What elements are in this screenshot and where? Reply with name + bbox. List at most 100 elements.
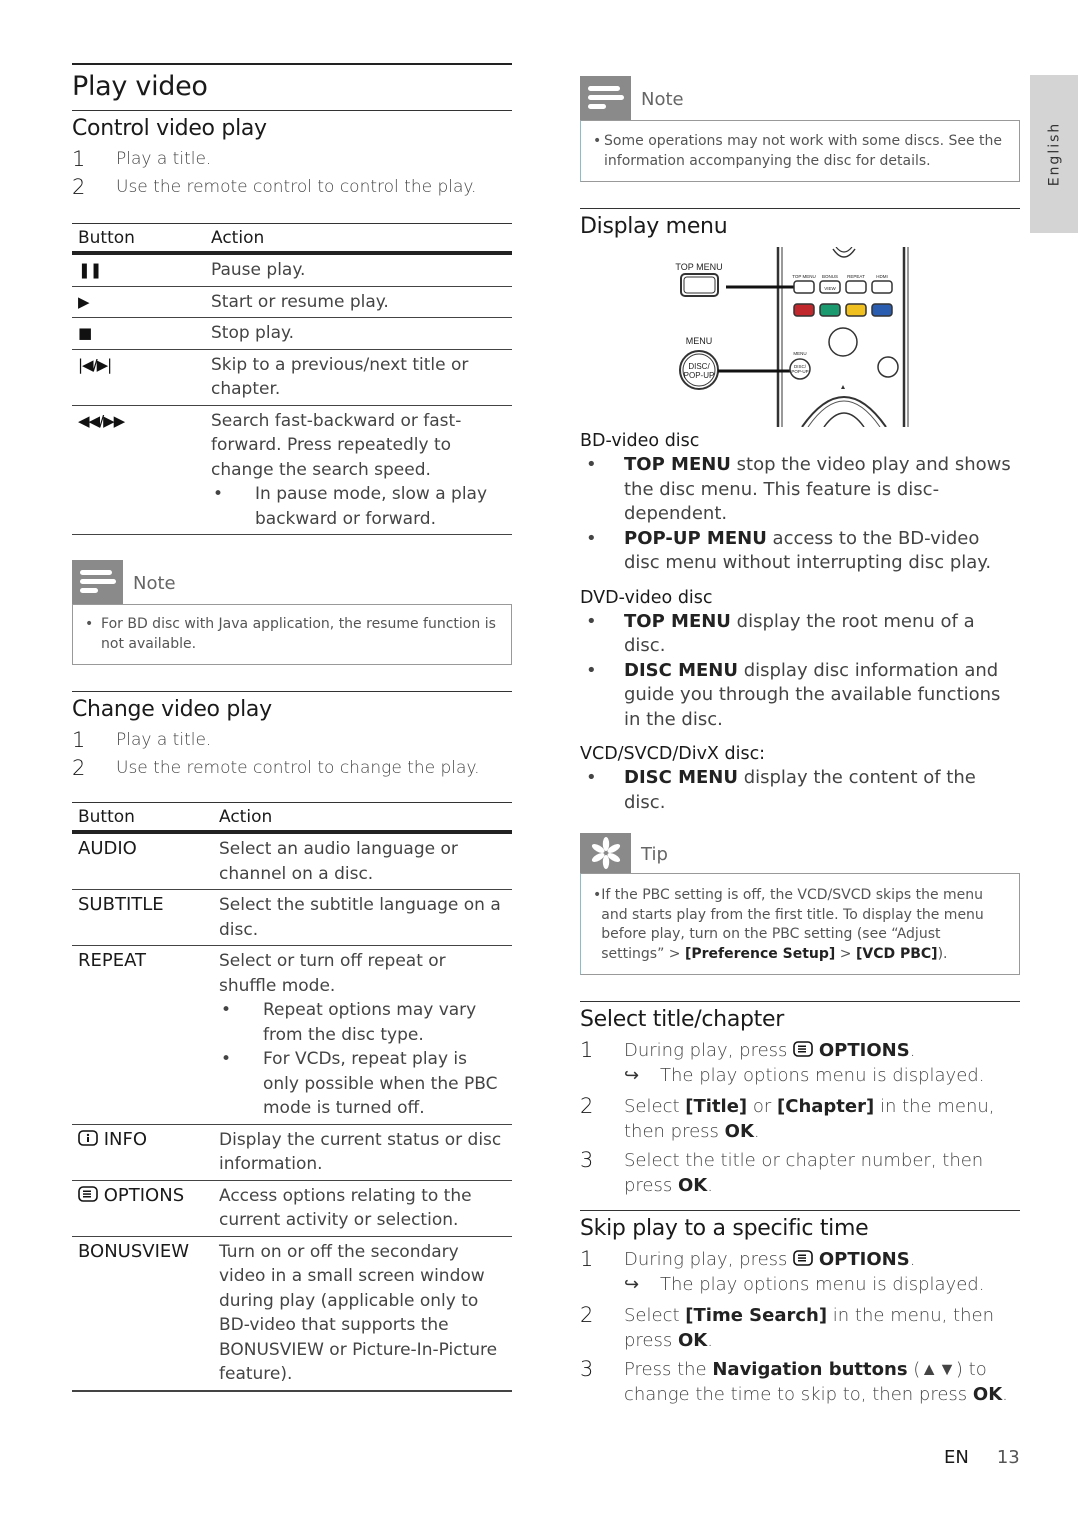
- step-number: 1: [72, 147, 86, 171]
- punctuation: .: [909, 1040, 916, 1061]
- svg-text:DISC/: DISC/: [688, 362, 710, 371]
- bullet-item: • DISC MENU display disc information and …: [580, 659, 1020, 733]
- note-text: Some operations may not work with some d…: [604, 133, 1003, 169]
- group-list: • TOP MENU stop the video play and shows …: [580, 453, 1020, 576]
- color-button-green: [819, 303, 841, 317]
- button-label: BONUSVIEW: [72, 1236, 213, 1392]
- step-number: 1: [580, 1247, 594, 1271]
- key-label: DISC MENU: [624, 659, 738, 681]
- action-text: Turn on or off the secondary video in a …: [213, 1236, 512, 1392]
- action-text: Access options relating to the current a…: [213, 1180, 512, 1237]
- key-label: DISC MENU: [624, 767, 738, 788]
- column-header-action: Action: [213, 802, 512, 834]
- note-box: Note • For BD disc with Java application…: [72, 560, 512, 665]
- step: 1 During play, press OPTIONS. ↪ The play …: [580, 1038, 1020, 1088]
- step: 2 Use the remote control to change the p…: [72, 754, 512, 782]
- change-button-table: Button Action AUDIO Select an audio lang…: [72, 802, 512, 1392]
- note-header: Note: [72, 560, 512, 604]
- menu-path-preference-setup: [Preference Setup]: [684, 945, 836, 962]
- button-label: INFO: [103, 1128, 148, 1150]
- key-label: OK: [677, 1175, 708, 1196]
- bullet-icon: •: [586, 659, 597, 681]
- group-title-vcd: VCD/SVCD/DivX disc:: [580, 744, 766, 764]
- svg-text:POP-UP: POP-UP: [684, 371, 715, 380]
- action-text: Select or turn off repeat or shuffle mod…: [219, 951, 446, 996]
- punctuation: .: [707, 1330, 713, 1351]
- bullet-icon: •: [593, 133, 602, 149]
- change-steps: 1 Play a title. 2 Use the remote control…: [72, 726, 512, 782]
- bullet-item: • POP-UP MENU access to the BD-video disc…: [580, 527, 1020, 576]
- bullet-item: • TOP MENU display the root menu of a dis…: [580, 610, 1020, 659]
- bullet-icon: •: [593, 887, 602, 903]
- remote-label-top-menu: TOP MENU: [675, 262, 722, 272]
- step-result: ↪ The play options menu is displayed.: [624, 1272, 1020, 1297]
- play-icon: ▶: [72, 286, 205, 318]
- table-row: REPEAT Select or turn off repeat or shuf…: [72, 945, 512, 1125]
- table-row: AUDIO Select an audio language or channe…: [72, 832, 512, 890]
- bullet-text: For VCDs, repeat play is only possible w…: [263, 1049, 498, 1118]
- bullet-icon: •: [213, 484, 224, 504]
- remote-label-small-top-menu: TOP MENU: [792, 274, 816, 279]
- select-title-steps: 1 During play, press OPTIONS. ↪ The play …: [580, 1038, 1020, 1198]
- remote-label-repeat: REPEAT: [847, 274, 865, 279]
- tip-title: Tip: [641, 844, 668, 865]
- section-heading-control-video-play: Control video play: [72, 116, 267, 141]
- action-cell: Search fast-backward or fast-forward. Pr…: [205, 405, 512, 535]
- key-label: Navigation buttons: [712, 1359, 908, 1380]
- tip-box: Tip • If the PBC setting is off, the VCD…: [580, 833, 1020, 975]
- button-cell: INFO: [72, 1124, 213, 1181]
- step-number: 2: [72, 175, 86, 199]
- options-icon: [793, 1041, 813, 1057]
- action-text: Start or resume play.: [205, 286, 512, 318]
- left-column: Play video Control video play 1 Play a t…: [72, 63, 512, 1392]
- remote-label-hdmi: HDMI: [876, 274, 888, 279]
- step-number: 1: [72, 728, 86, 752]
- note-title: Note: [133, 573, 176, 594]
- menu-item-chapter: [Chapter]: [777, 1096, 875, 1117]
- key-label: TOP MENU: [624, 610, 731, 632]
- section-heading-skip-time: Skip play to a specific time: [580, 1216, 869, 1241]
- table-row: INFO Display the current status or disc …: [72, 1124, 512, 1181]
- punctuation: .: [909, 1249, 916, 1270]
- step-text: Select: [624, 1305, 686, 1326]
- note-body: • Some operations may not work with some…: [580, 120, 1020, 182]
- group-title-dvd: DVD-video disc: [580, 587, 713, 608]
- punctuation: .: [707, 1175, 713, 1196]
- group-list: • TOP MENU display the root menu of a dis…: [580, 610, 1020, 733]
- note-item: • For BD disc with Java application, the…: [85, 615, 497, 654]
- svg-text:MENU: MENU: [793, 351, 806, 356]
- menu-path-vcd-pbc: [VCD PBC]: [855, 945, 938, 962]
- result-text: The play options menu is displayed.: [660, 1274, 985, 1295]
- step: 1 During play, press OPTIONS. ↪ The play …: [580, 1247, 1020, 1297]
- table-row: |◀/▶| Skip to a previous/next title or c…: [72, 349, 512, 406]
- bullet-item: • Repeat options may vary from the disc …: [219, 998, 506, 1047]
- skip-time-steps: 1 During play, press OPTIONS. ↪ The play …: [580, 1247, 1020, 1407]
- options-icon: [793, 1250, 813, 1266]
- bullet-item: • In pause mode, slow a play backward or…: [211, 482, 506, 531]
- bullet-icon: •: [586, 527, 597, 549]
- menu-item-title: [Title]: [685, 1096, 748, 1117]
- note-item: • Some operations may not work with some…: [593, 132, 1007, 171]
- punctuation: .: [753, 1121, 760, 1142]
- control-button-table: Button Action ❚❚ Pause play. ▶ Start or …: [72, 223, 512, 535]
- result-arrow-icon: ↪: [624, 1274, 640, 1295]
- section-heading-display-menu: Display menu: [580, 214, 728, 239]
- remote-diagram: TOP MENU MENU DISC/ POP-UP TOP MENU BONU…: [675, 246, 909, 428]
- step-text: or: [747, 1096, 778, 1117]
- step: 2 Select [Time Search] in the menu, then…: [580, 1303, 1020, 1353]
- note-icon: [580, 76, 631, 120]
- step-text: Play a title.: [116, 149, 212, 169]
- bullet-icon: •: [85, 616, 94, 632]
- control-steps: 1 Play a title. 2 Use the remote control…: [72, 145, 512, 201]
- tip-text-end: ).: [937, 945, 948, 962]
- table-row: ❚❚ Pause play.: [72, 253, 512, 287]
- table-row: BONUSVIEW Turn on or off the secondary v…: [72, 1236, 512, 1392]
- column-header-action: Action: [205, 223, 512, 255]
- bullet-icon: •: [586, 610, 597, 632]
- color-button-blue: [871, 303, 893, 317]
- remote-label-view: VIEW: [824, 286, 836, 291]
- page-footer: EN 13: [944, 1447, 1020, 1468]
- section-heading-change-video-play: Change video play: [72, 697, 272, 722]
- bullet-icon: •: [221, 1049, 232, 1069]
- step: 2 Select [Title] or [Chapter] in the men…: [580, 1094, 1020, 1144]
